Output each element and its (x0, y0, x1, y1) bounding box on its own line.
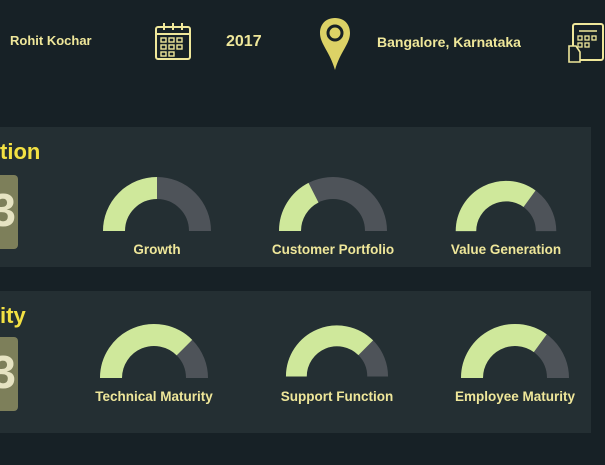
gauge-fill (100, 324, 193, 379)
gauge-employee-maturity: Employee Maturity (440, 322, 590, 404)
gauge-label: Growth (133, 242, 181, 257)
growth-gauge-arc (103, 177, 211, 232)
location-label: Bangalore, Karnataka (377, 34, 521, 50)
score-badge: 3 (0, 175, 18, 249)
document-hand-icon (567, 22, 605, 69)
gauge-growth: Growth (82, 175, 232, 257)
panel-title: ity (0, 303, 26, 328)
score-badge: 3 (0, 337, 18, 411)
panel-2: ity 3 Technical Maturity Support Functio… (0, 291, 591, 433)
gauge-customer-portfolio: Customer Portfolio (258, 175, 408, 257)
year-label: 2017 (226, 33, 262, 50)
gauge-fill (103, 177, 158, 232)
panel-title: tion (0, 139, 41, 164)
gauge-fill (461, 324, 547, 379)
value-generation-gauge-arc (455, 180, 557, 232)
gauge-label: Customer Portfolio (271, 242, 395, 257)
score-badge-value: 3 (0, 184, 16, 236)
technical-maturity-gauge-arc (100, 324, 208, 379)
panel-1: tion 3 Growth Customer Portfolio Value G… (0, 127, 591, 267)
support-function-gauge-arc (285, 325, 389, 378)
calendar-icon (154, 21, 192, 68)
score-badge-value: 3 (0, 346, 16, 398)
gauge-support-function: Support Function (262, 322, 412, 404)
customer-portfolio-gauge-arc (279, 177, 387, 232)
gauge-label: Value Generation (450, 242, 562, 257)
gauge-value-generation: Value Generation (431, 179, 581, 257)
employee-maturity-gauge-arc (461, 324, 569, 379)
gauge-fill (279, 182, 320, 232)
gauge-label: Support Function (280, 389, 394, 404)
gauge-fill (285, 325, 374, 378)
gauge-fill (455, 180, 536, 232)
gauge-label: Technical Maturity (95, 389, 213, 404)
gauge-label: Employee Maturity (454, 389, 576, 404)
location-pin-icon (318, 16, 352, 77)
gauge-technical-maturity: Technical Maturity (79, 322, 229, 404)
header-bar: Rohit Kochar 2017 Bangalore, Karnataka (0, 0, 605, 92)
user-name: Rohit Kochar (10, 33, 92, 48)
